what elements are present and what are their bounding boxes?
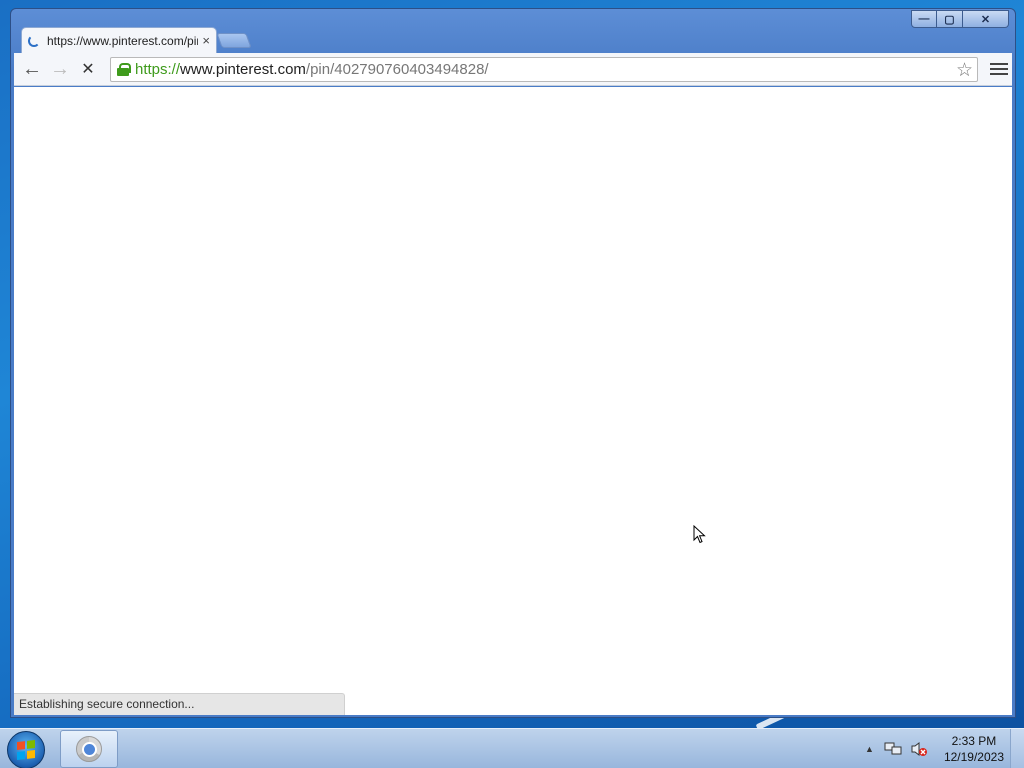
windows-logo-icon xyxy=(17,740,35,760)
address-bar[interactable]: https://www.pinterest.com/pin/4027907604… xyxy=(110,57,978,82)
browser-toolbar: ← → ✕ https://www.pinterest.com/pin/4027… xyxy=(14,53,1012,86)
network-icon[interactable] xyxy=(884,741,902,757)
taskbar: ▲ 2:33 PM 12/19/2023 xyxy=(0,728,1024,768)
back-button[interactable]: ← xyxy=(18,55,46,83)
stop-button[interactable]: ✕ xyxy=(74,55,102,83)
tab-close-icon[interactable]: × xyxy=(202,33,210,48)
forward-arrow-icon: → xyxy=(50,57,70,80)
stop-icon: ✕ xyxy=(81,61,95,78)
start-button[interactable] xyxy=(7,731,45,768)
minimize-button[interactable]: — xyxy=(911,10,937,28)
window-caption-buttons: — ▢ ✕ xyxy=(911,10,1009,28)
bookmark-star-icon[interactable]: ☆ xyxy=(956,59,973,82)
clock[interactable]: 2:33 PM 12/19/2023 xyxy=(944,733,1004,765)
url-host: www.pinterest.com xyxy=(180,61,306,78)
show-desktop-button[interactable] xyxy=(1010,729,1024,768)
system-tray: ▲ 2:33 PM 12/19/2023 xyxy=(865,729,1004,768)
forward-button[interactable]: → xyxy=(46,55,74,83)
browser-window: — ▢ ✕ https://www.pinterest.com/pin/4027… xyxy=(10,8,1016,718)
clock-time: 2:33 PM xyxy=(951,734,997,748)
mouse-cursor-icon xyxy=(693,525,706,544)
clock-date: 12/19/2023 xyxy=(943,750,1004,764)
tab-title: https://www.pinterest.com/pin/4027907604… xyxy=(47,33,198,48)
loading-spinner-icon xyxy=(28,34,40,47)
url-path: /pin/402790760403494828/ xyxy=(305,61,489,78)
close-window-button[interactable]: ✕ xyxy=(963,10,1009,28)
status-bubble: Establishing secure connection... xyxy=(14,693,345,715)
tab-pinterest[interactable]: https://www.pinterest.com/pin/4027907604… xyxy=(21,27,217,53)
maximize-button[interactable]: ▢ xyxy=(937,10,963,28)
lock-icon xyxy=(117,63,131,76)
menu-hamburger-icon[interactable] xyxy=(990,59,1008,79)
page-content: Establishing secure connection... xyxy=(14,87,1012,715)
back-arrow-icon: ← xyxy=(22,57,42,80)
volume-muted-icon[interactable] xyxy=(910,741,928,757)
show-hidden-icons-icon[interactable]: ▲ xyxy=(865,744,874,754)
url-scheme: https:// xyxy=(135,61,181,78)
taskbar-chrome-button[interactable] xyxy=(60,730,118,768)
chrome-icon xyxy=(76,736,102,762)
new-tab-button[interactable] xyxy=(216,33,252,48)
